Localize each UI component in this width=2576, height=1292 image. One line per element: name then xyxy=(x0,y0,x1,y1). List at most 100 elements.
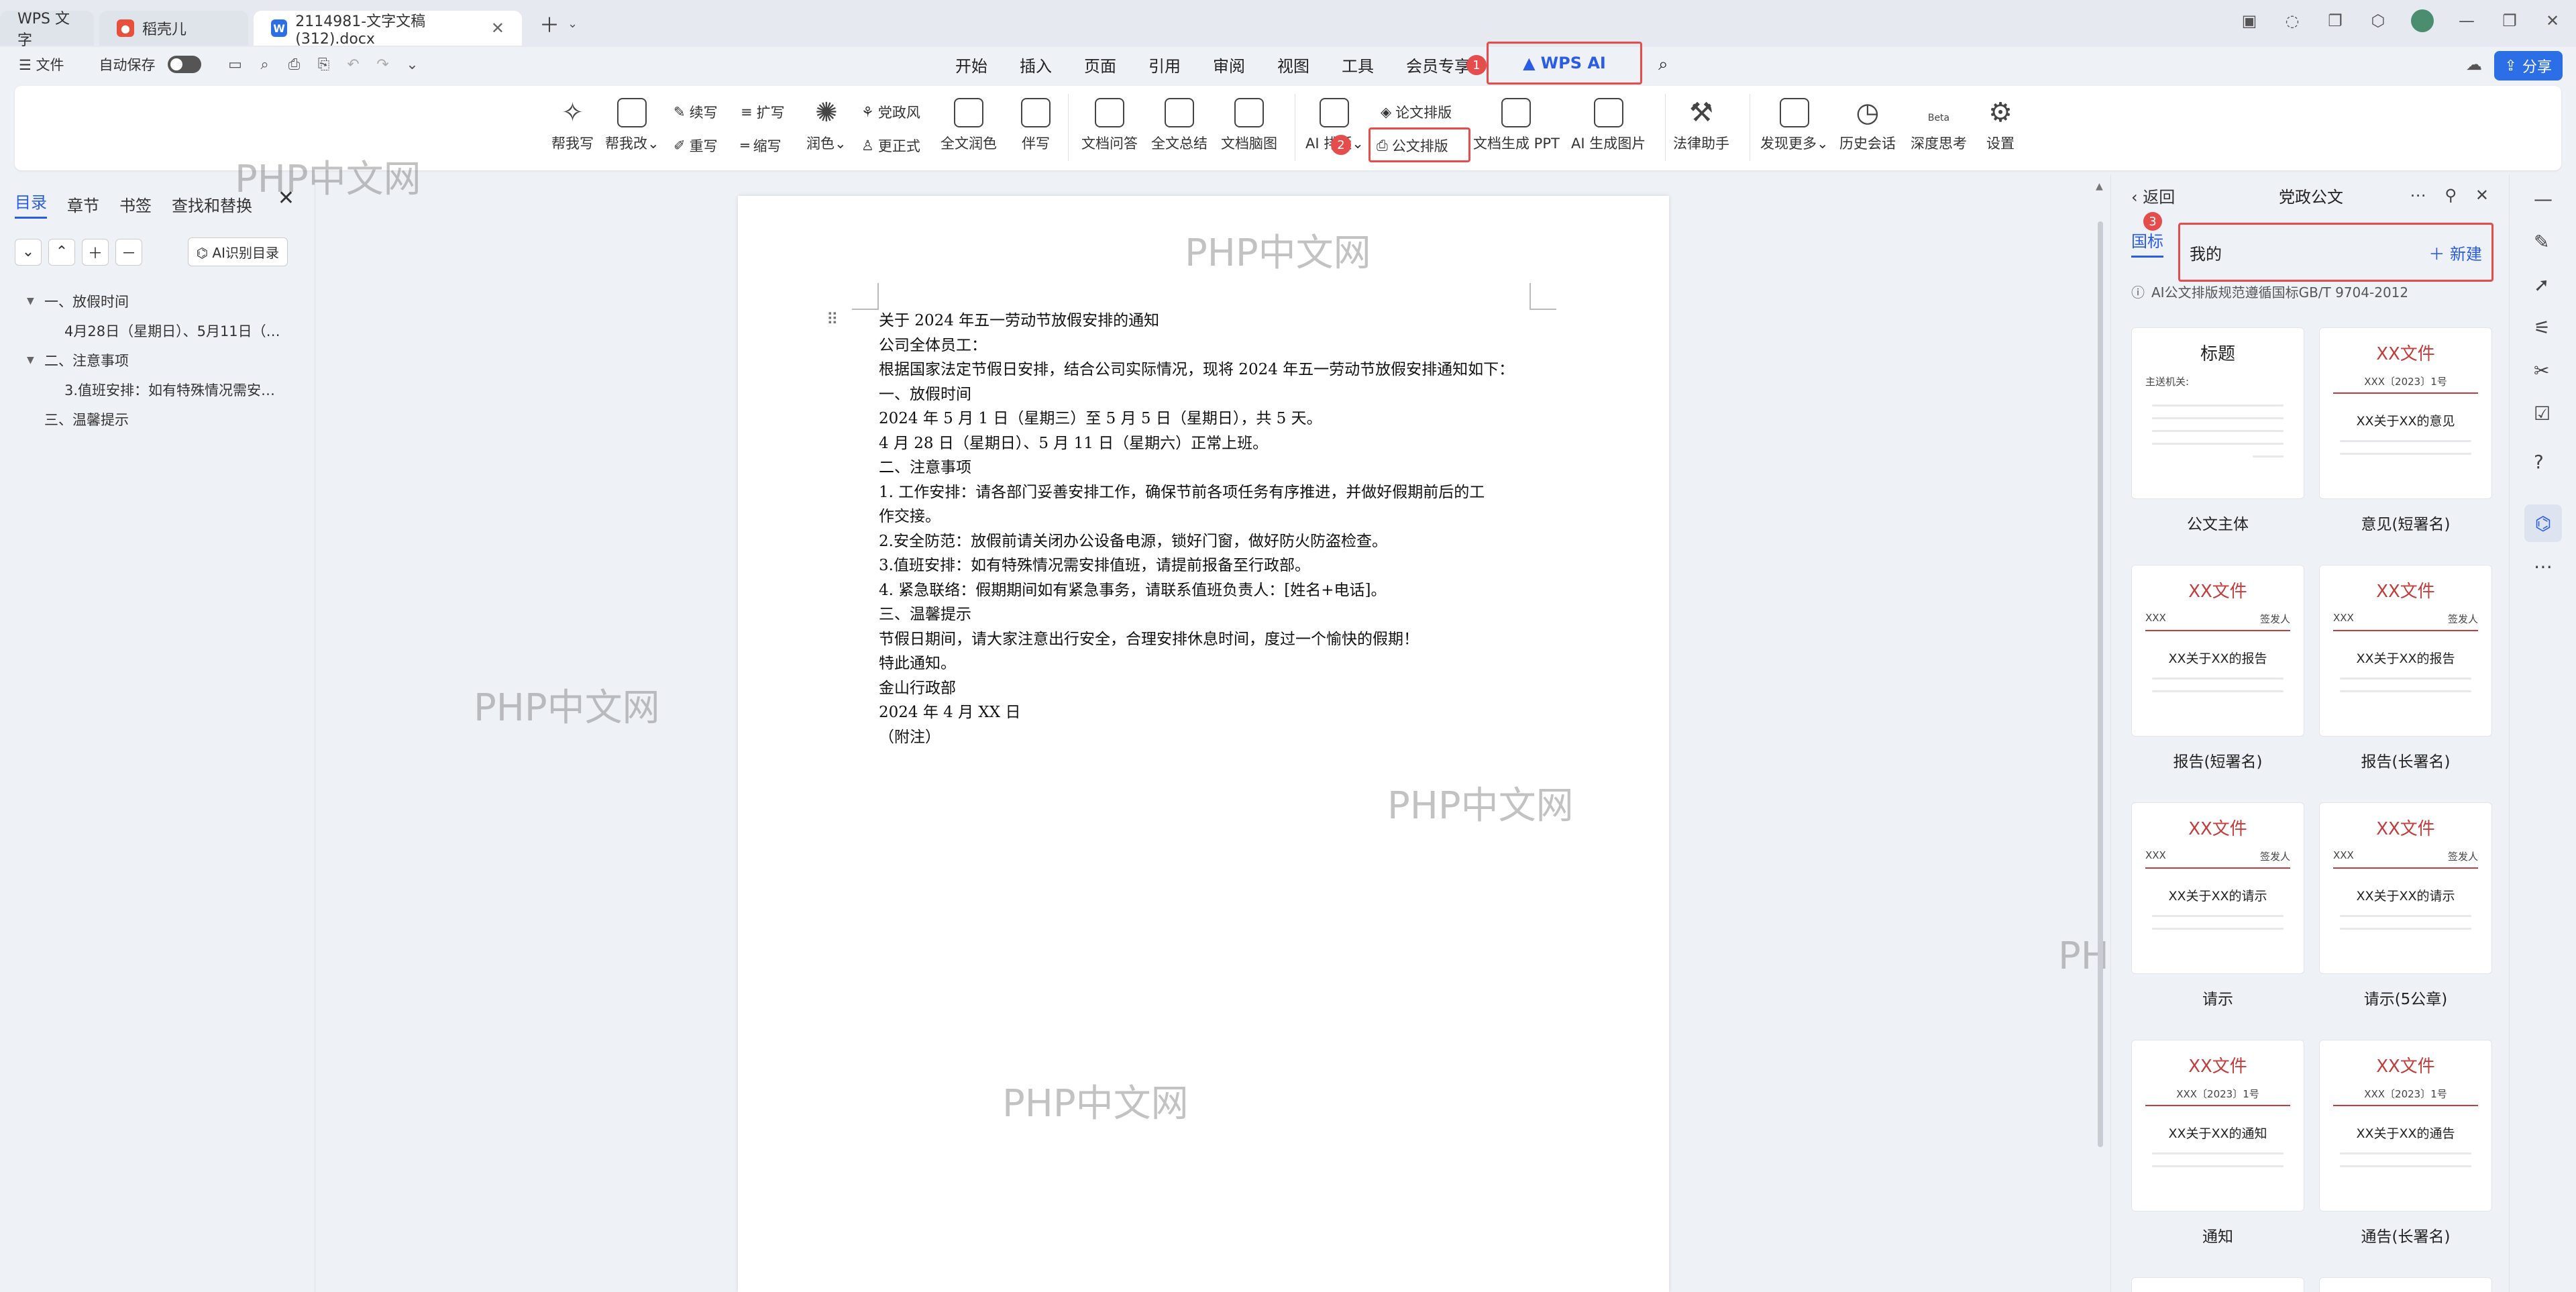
paper-layout-button[interactable]: ◈ 论文排版 xyxy=(1381,102,1452,122)
new-template-button[interactable]: ＋ 新建 xyxy=(2428,241,2482,264)
minimize-panel-icon[interactable]: — xyxy=(2534,188,2553,210)
pin-icon[interactable]: ⚲ xyxy=(2445,186,2457,205)
tab-wps-ai[interactable]: ▲ WPS AI xyxy=(1487,42,1642,85)
polish-button[interactable]: ✺ 润色⌄ xyxy=(806,98,847,153)
search-icon[interactable]: ⌕ xyxy=(1642,47,1684,82)
toc-item[interactable]: ▼ 一、放假时间 xyxy=(27,286,315,316)
history-button[interactable]: ◷ 历史会话 xyxy=(1839,98,1896,153)
redo-icon[interactable]: ↷ xyxy=(374,56,392,73)
add-level-button[interactable]: ＋ xyxy=(82,238,109,266)
save-icon[interactable]: ▭ xyxy=(227,56,244,73)
template-card[interactable]: XX文件 XXX 签发人 XX关于XX的报告 xyxy=(2319,565,2492,737)
template-card[interactable]: XX文件 XXX〔2023〕1号 XX关于XX的通知 xyxy=(2131,1040,2304,1212)
cloud-sync-icon[interactable]: ☁ xyxy=(2466,55,2482,74)
template-card[interactable] xyxy=(2131,1277,2304,1292)
expand-up-button[interactable]: ⌃ xyxy=(48,238,75,266)
settings-button[interactable]: ⚙ 设置 xyxy=(1986,98,2015,153)
close-tab-icon[interactable]: ✕ xyxy=(491,19,504,38)
help-write-button[interactable]: ✧ 帮我写 xyxy=(551,98,594,153)
tab-document[interactable]: W 2114981-文字文稿(312).docx ✕ xyxy=(254,11,522,48)
discover-more-button[interactable]: 发现更多⌄ xyxy=(1760,98,1829,153)
cube-icon[interactable]: ⬡ xyxy=(2368,11,2388,30)
more-formal-button[interactable]: ♙ 更正式 xyxy=(861,136,920,156)
mindmap-button[interactable]: 文档脑图 xyxy=(1221,98,1277,153)
ai-image-button[interactable]: AI 生成图片 xyxy=(1571,98,1646,153)
select-cursor-icon[interactable]: ➚ xyxy=(2534,274,2549,296)
new-tab-button[interactable]: ＋ xyxy=(539,9,559,38)
window-icon[interactable]: ❐ xyxy=(2325,11,2345,30)
party-style-button[interactable]: ⚘ 党政风 xyxy=(861,102,920,122)
continue-write-button[interactable]: ✎ 续写 xyxy=(674,102,718,122)
tab-start[interactable]: 开始 xyxy=(939,47,1004,82)
tab-bookmarks[interactable]: 书签 xyxy=(119,193,152,216)
template-card[interactable]: XX文件 XXX〔2023〕1号 XX关于XX的意见 xyxy=(2319,327,2492,499)
document-body[interactable]: 关于 2024 年五一劳动节放假安排的通知 公司全体员工： 根据国家法定节假日安… xyxy=(879,309,1536,749)
document-page[interactable]: ⠿ 关于 2024 年五一劳动节放假安排的通知 公司全体员工： 根据国家法定节假… xyxy=(738,196,1669,1292)
pen-icon[interactable]: ✎ xyxy=(2534,231,2549,253)
template-card[interactable]: XX文件 XXX 签发人 XX关于XX的请示 xyxy=(2319,802,2492,974)
tab-tools[interactable]: 工具 xyxy=(1326,47,1390,82)
collapse-button[interactable]: ⌄ xyxy=(15,238,42,266)
tab-toc[interactable]: 目录 xyxy=(15,189,47,219)
legal-assistant-button[interactable]: ⚒ 法律助手 xyxy=(1673,98,1729,153)
vertical-scrollbar[interactable]: ▲ xyxy=(2096,181,2105,1154)
chat-icon[interactable]: ◌ xyxy=(2282,11,2302,30)
share-button[interactable]: ⇪ 分享 xyxy=(2493,51,2563,80)
companion-write-button[interactable]: 伴写 xyxy=(1021,98,1051,153)
scroll-up-icon[interactable]: ▲ xyxy=(2096,181,2103,192)
tab-docer[interactable]: ● 稻壳儿 xyxy=(99,11,248,46)
tab-reference[interactable]: 引用 xyxy=(1132,47,1197,82)
restore-icon[interactable]: ❐ xyxy=(2500,11,2520,30)
template-card[interactable]: XX文件 XXX〔2023〕1号 XX关于XX的通告 xyxy=(2319,1040,2492,1212)
close-window-icon[interactable]: ✕ xyxy=(2542,11,2563,30)
back-button[interactable]: ‹ 返回 xyxy=(2131,184,2175,207)
tab-find-replace[interactable]: 查找和替换 xyxy=(172,193,252,216)
scroll-thumb[interactable] xyxy=(2098,221,2103,1147)
template-card[interactable]: XX文件 XXX 签发人 XX关于XX的请示 xyxy=(2131,802,2304,974)
more-chevron-icon[interactable]: ⌄ xyxy=(404,56,421,73)
close-panel-icon[interactable]: ✕ xyxy=(2475,186,2489,205)
template-card[interactable]: 标题 主送机关: xyxy=(2131,327,2304,499)
rewrite-button[interactable]: ✐ 重写 xyxy=(674,136,718,156)
drag-handle-icon[interactable]: ⠿ xyxy=(826,310,839,329)
toc-item[interactable]: 3.值班安排：如有特殊情况需安排值班，请提前报备至行政部。 xyxy=(27,375,288,405)
print-icon[interactable]: ⎙ xyxy=(286,56,303,73)
remove-level-button[interactable]: － xyxy=(115,238,142,266)
tab-mine[interactable]: 我的 xyxy=(2190,241,2222,264)
file-menu-button[interactable]: ☰ 文件 xyxy=(19,54,64,74)
tab-view[interactable]: 视图 xyxy=(1261,47,1326,82)
tab-page[interactable]: 页面 xyxy=(1068,47,1132,82)
shorten-button[interactable]: ═ 缩写 xyxy=(741,136,782,156)
tab-chapters[interactable]: 章节 xyxy=(67,193,99,216)
toc-item[interactable]: 4月28日（星期日）、5月11日（星期六）正常上班。 xyxy=(27,316,288,345)
check-doc-icon[interactable]: ☑ xyxy=(2534,402,2551,425)
caret-down-icon[interactable]: ▼ xyxy=(27,355,44,366)
wps-ai-side-icon[interactable]: ⌬ xyxy=(2524,504,2562,542)
tools-icon[interactable]: ✂ xyxy=(2534,360,2549,382)
tab-national-standard[interactable]: 国标 xyxy=(2131,228,2163,258)
ai-toc-button[interactable]: ⌬ AI识别目录 xyxy=(187,237,288,266)
export-icon[interactable]: ⌕ xyxy=(256,56,274,73)
more-icon[interactable]: ⋯ xyxy=(2534,555,2553,578)
official-doc-layout-button[interactable]: ⎙ 公文排版 xyxy=(1377,136,1448,156)
template-card[interactable]: XX文件 XXX 签发人 XX关于XX的报告 xyxy=(2131,565,2304,737)
adjust-icon[interactable]: ⚟ xyxy=(2534,317,2551,339)
print-preview-icon[interactable]: ⎘ xyxy=(315,56,333,73)
expand-button[interactable]: ≡ 扩写 xyxy=(741,102,785,122)
caret-down-icon[interactable]: ▼ xyxy=(27,296,44,307)
full-polish-button[interactable]: 全文润色 xyxy=(941,98,997,153)
autosave-toggle[interactable] xyxy=(167,56,201,73)
tab-insert[interactable]: 插入 xyxy=(1004,47,1068,82)
close-pane-icon[interactable]: ✕ xyxy=(278,186,294,210)
template-card[interactable] xyxy=(2319,1277,2492,1292)
toc-item[interactable]: ▼ 二、注意事项 xyxy=(27,345,315,375)
undo-icon[interactable]: ↶ xyxy=(345,56,362,73)
help-edit-button[interactable]: 帮我改⌄ xyxy=(605,98,659,153)
tab-review[interactable]: 审阅 xyxy=(1197,47,1261,82)
screenshot-icon[interactable]: ▣ xyxy=(2239,11,2259,30)
avatar[interactable] xyxy=(2411,9,2434,32)
doc-qa-button[interactable]: 文档问答 xyxy=(1081,98,1138,153)
more-icon[interactable]: ⋯ xyxy=(2410,186,2426,205)
help-icon[interactable]: ? xyxy=(2534,451,2544,473)
summary-button[interactable]: 全文总结 xyxy=(1151,98,1208,153)
